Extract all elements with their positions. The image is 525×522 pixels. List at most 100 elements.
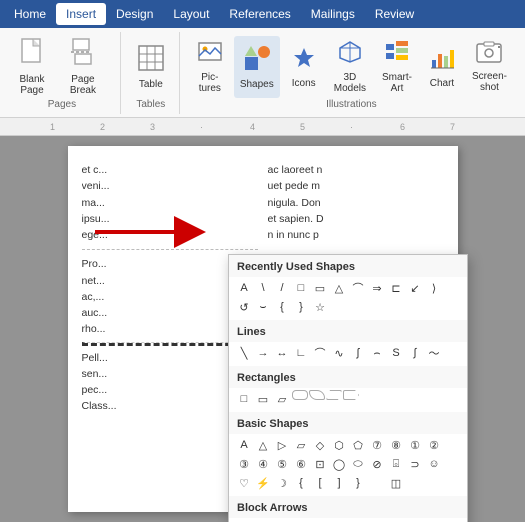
table-label: Table xyxy=(139,79,163,90)
basic-24[interactable]: ⚡ xyxy=(254,474,272,492)
shape-textbox[interactable]: A xyxy=(235,279,253,297)
basic-20[interactable]: ⌻ xyxy=(387,455,405,473)
basic-bracket2[interactable]: ] xyxy=(330,474,348,492)
basic-14[interactable]: ⑤ xyxy=(273,455,291,473)
rect-1[interactable]: □ xyxy=(235,390,253,408)
chart-button[interactable]: Chart xyxy=(422,36,462,98)
shape-angle[interactable]: ⟩ xyxy=(425,279,443,297)
basic-22[interactable]: ☺ xyxy=(425,455,443,473)
basic-4[interactable]: ▱ xyxy=(292,436,310,454)
menu-insert[interactable]: Insert xyxy=(56,3,106,25)
shape-rounded-rect[interactable]: ▭ xyxy=(311,279,329,297)
basic-1[interactable]: A xyxy=(235,436,253,454)
line-elbow2[interactable]: ⌒ xyxy=(311,344,329,362)
line-s[interactable]: S xyxy=(387,344,405,362)
rect-4[interactable] xyxy=(292,390,308,400)
menu-mailings[interactable]: Mailings xyxy=(301,3,365,25)
3d-models-button[interactable]: 3DModels xyxy=(328,36,372,98)
basic-17[interactable]: ◯ xyxy=(330,455,348,473)
shape-arc[interactable]: ⌒ xyxy=(349,279,367,297)
shape-triangle[interactable]: △ xyxy=(330,279,348,297)
rect-2[interactable]: ▭ xyxy=(254,390,272,408)
shape-arrow-right[interactable]: ⇒ xyxy=(368,279,386,297)
basic-shapes-shapes: A △ ▷ ▱ ◇ ⬡ ⬠ ⑦ ⑧ ① ② ③ ④ ⑤ ⑥ ⊡ ◯ ⬭ ⊘ ⌻ xyxy=(229,434,467,496)
basic-2[interactable]: △ xyxy=(254,436,272,454)
pictures-icon xyxy=(198,40,222,70)
basic-26[interactable]: ◫ xyxy=(387,474,405,492)
smartart-label: Smart-Art xyxy=(382,72,412,94)
line-arc[interactable]: ⌢ xyxy=(368,344,386,362)
basic-3[interactable]: ▷ xyxy=(273,436,291,454)
line-curve[interactable]: ∿ xyxy=(330,344,348,362)
screenshot-label: Screen-shot xyxy=(472,71,507,93)
line-straight[interactable]: ╲ xyxy=(235,344,253,362)
chart-label: Chart xyxy=(430,78,454,89)
basic-16[interactable]: ⊡ xyxy=(311,455,329,473)
chart-icon xyxy=(430,46,454,76)
basic-brace2[interactable]: } xyxy=(349,474,367,492)
table-button[interactable]: Table xyxy=(131,36,171,98)
rect-6[interactable] xyxy=(326,390,342,400)
smartart-button[interactable]: Smart-Art xyxy=(376,36,418,98)
basic-21[interactable]: ⊃ xyxy=(406,455,424,473)
shape-callout[interactable]: ↙ xyxy=(406,279,424,297)
page-break-button[interactable]: Page Break xyxy=(54,36,112,98)
blank-page-button[interactable]: BlankPage xyxy=(12,36,52,98)
shape-line2[interactable]: / xyxy=(273,279,291,297)
lines-title: Lines xyxy=(229,320,467,342)
basic-7[interactable]: ⬠ xyxy=(349,436,367,454)
basic-6[interactable]: ⬡ xyxy=(330,436,348,454)
rect-7[interactable] xyxy=(343,390,359,400)
basic-12[interactable]: ③ xyxy=(235,455,253,473)
basic-9[interactable]: ⑧ xyxy=(387,436,405,454)
basic-15[interactable]: ⑥ xyxy=(292,455,310,473)
basic-8[interactable]: ⑦ xyxy=(368,436,386,454)
line-wave[interactable]: ∫ xyxy=(406,344,424,362)
shapes-icon xyxy=(244,45,270,77)
shape-rect[interactable]: □ xyxy=(292,279,310,297)
basic-brace1[interactable]: { xyxy=(292,474,310,492)
screenshot-button[interactable]: Screen-shot xyxy=(466,36,513,98)
line-elbow[interactable]: ∟ xyxy=(292,344,310,362)
shape-curve3[interactable]: ⌣ xyxy=(254,298,272,316)
basic-25[interactable]: ☽ xyxy=(273,474,291,492)
illustrations-group-label: Illustrations xyxy=(182,99,521,110)
shape-curve2[interactable]: ↺ xyxy=(235,298,253,316)
icons-button[interactable]: Icons xyxy=(284,36,324,98)
menu-design[interactable]: Design xyxy=(106,3,163,25)
pictures-button[interactable]: Pic-tures xyxy=(190,36,230,98)
red-arrow xyxy=(90,216,210,248)
line-arrow[interactable]: → xyxy=(254,344,272,362)
basic-bracket1[interactable]: [ xyxy=(311,474,329,492)
menu-layout[interactable]: Layout xyxy=(163,3,219,25)
basic-23[interactable]: ♡ xyxy=(235,474,253,492)
rect-5[interactable] xyxy=(309,390,325,400)
basic-11[interactable]: ② xyxy=(425,436,443,454)
basic-space xyxy=(368,474,386,492)
shape-brace-close[interactable]: } xyxy=(292,298,310,316)
basic-13[interactable]: ④ xyxy=(254,455,272,473)
line-scribble[interactable]: ʃ xyxy=(349,344,367,362)
ribbon: BlankPage Page Break Pages xyxy=(0,28,525,118)
table-icon xyxy=(138,45,164,77)
recently-used-title: Recently Used Shapes xyxy=(229,255,467,277)
basic-shapes-title: Basic Shapes xyxy=(229,412,467,434)
main-area: et c... veni... ma... ipsu... ege... Pro… xyxy=(0,136,525,522)
shapes-button[interactable]: Shapes xyxy=(234,36,280,98)
menu-references[interactable]: References xyxy=(219,3,300,25)
basic-19[interactable]: ⊘ xyxy=(368,455,386,473)
basic-18[interactable]: ⬭ xyxy=(349,455,367,473)
menu-review[interactable]: Review xyxy=(365,3,424,25)
basic-10[interactable]: ① xyxy=(406,436,424,454)
rect-3[interactable]: ▱ xyxy=(273,390,291,408)
menu-home[interactable]: Home xyxy=(4,3,56,25)
shape-line1[interactable]: \ xyxy=(254,279,272,297)
shape-bracket[interactable]: ⊏ xyxy=(387,279,405,297)
lines-shapes: ╲ → ↔ ∟ ⌒ ∿ ʃ ⌢ S ∫ 〜 xyxy=(229,342,467,366)
basic-5[interactable]: ◇ xyxy=(311,436,329,454)
blank-page-label: BlankPage xyxy=(19,74,44,96)
shape-star[interactable]: ☆ xyxy=(311,298,329,316)
shape-brace-open[interactable]: { xyxy=(273,298,291,316)
line-dbl-arrow[interactable]: ↔ xyxy=(273,344,291,362)
line-freeform[interactable]: 〜 xyxy=(425,344,443,362)
